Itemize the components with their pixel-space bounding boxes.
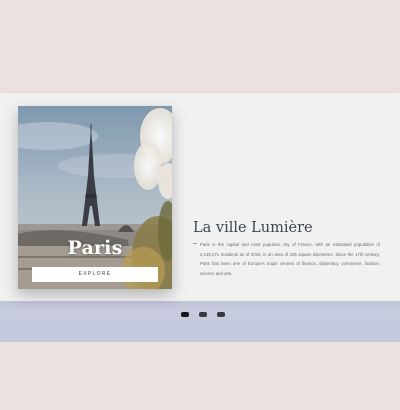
slide-description: Paris is the capital and most populous c… [200, 242, 380, 276]
eiffel-tower-image [18, 106, 172, 289]
pagination-dot-2[interactable] [199, 312, 207, 317]
slide-photo: Paris EXPLORE [18, 106, 172, 289]
explore-button[interactable]: EXPLORE [32, 267, 158, 282]
pagination-dots [181, 312, 225, 318]
slide-heading: La ville Lumière [193, 220, 313, 236]
city-title: Paris [67, 237, 123, 259]
footer-band [0, 300, 400, 342]
pagination-dot-3[interactable] [217, 312, 225, 317]
pagination-dot-1[interactable] [181, 312, 189, 317]
description-dash [193, 243, 197, 244]
